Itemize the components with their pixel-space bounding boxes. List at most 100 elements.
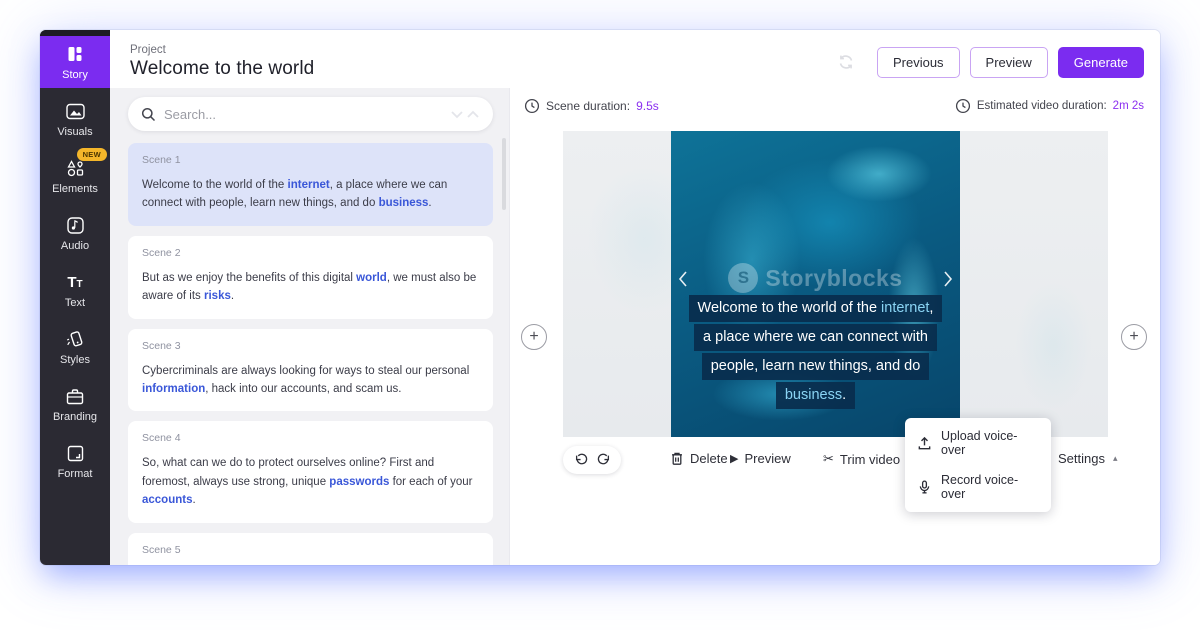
text-icon: TT — [67, 272, 82, 292]
preview-button[interactable]: Preview — [970, 47, 1048, 78]
trash-icon — [670, 451, 684, 466]
scene-toolbar: Delete ▶ Preview ✂ Trim video — [510, 446, 1160, 476]
record-voice-over-label: Record voice-over — [941, 473, 1039, 501]
sidebar-item-text[interactable]: TT Text — [40, 264, 110, 316]
sidebar-item-story[interactable]: Story — [40, 36, 110, 88]
scene-label: Scene 5 — [142, 544, 479, 556]
delete-button[interactable]: Delete — [670, 451, 728, 466]
scene-card-3[interactable]: Scene 3 Cybercriminals are always lookin… — [128, 329, 493, 412]
scene-label: Scene 2 — [142, 247, 479, 259]
estimated-duration-label: Estimated video duration: — [977, 100, 1107, 112]
app-window: Story Visuals NEW Elements Audio TT — [40, 30, 1160, 565]
project-eyebrow: Project — [130, 44, 314, 56]
trim-label: Trim video — [840, 452, 900, 467]
caret-up-icon: ▴ — [1113, 453, 1118, 464]
scene-label: Scene 3 — [142, 340, 479, 352]
sidebar-item-label: Story — [62, 69, 88, 81]
preview-stage: S Storyblocks Welcome to the world of th… — [510, 131, 1160, 437]
sidebar-item-label: Styles — [60, 354, 90, 366]
previous-button[interactable]: Previous — [877, 47, 960, 78]
watermark: S Storyblocks — [671, 263, 960, 293]
sidebar-item-branding[interactable]: Branding — [40, 378, 110, 430]
video-canvas[interactable]: S Storyblocks Welcome to the world of th… — [671, 131, 960, 437]
search-input[interactable] — [164, 107, 450, 122]
caption-line-2[interactable]: a place where we can connect with — [694, 324, 937, 351]
watermark-text: Storyblocks — [765, 265, 902, 292]
delete-label: Delete — [690, 451, 728, 466]
clock-icon — [524, 98, 540, 114]
sidebar-item-label: Visuals — [57, 126, 92, 138]
elements-icon — [67, 158, 84, 178]
estimated-duration: Estimated video duration: 2m 2s — [955, 98, 1144, 114]
scene-list-scrollbar[interactable] — [502, 138, 506, 210]
main-area: Project Welcome to the world Previous Pr… — [110, 30, 1160, 565]
sidebar-item-label: Text — [65, 297, 85, 309]
video-preview-panel: Scene duration: 9.5s Estimated video dur… — [510, 88, 1160, 565]
sidebar-item-label: Audio — [61, 240, 89, 252]
sidebar-item-label: Elements — [52, 183, 98, 195]
sync-icon — [837, 53, 855, 71]
project-titles: Project Welcome to the world — [130, 44, 314, 80]
redo-icon[interactable] — [597, 453, 611, 467]
duration-row: Scene duration: 9.5s Estimated video dur… — [510, 88, 1160, 114]
add-scene-before-button[interactable]: + — [521, 324, 547, 350]
audio-icon — [67, 215, 84, 235]
scene-card-1[interactable]: Scene 1 Welcome to the world of the inte… — [128, 143, 493, 226]
new-badge: NEW — [77, 148, 107, 161]
caption-line-4[interactable]: business. — [776, 382, 855, 409]
microphone-icon — [917, 480, 932, 495]
generate-button[interactable]: Generate — [1058, 47, 1144, 78]
sidebar-item-styles[interactable]: Styles — [40, 321, 110, 373]
caption-line-1[interactable]: Welcome to the world of the internet, — [689, 295, 943, 322]
add-scene-after-button[interactable]: + — [1121, 324, 1147, 350]
left-nav-sidebar: Story Visuals NEW Elements Audio TT — [40, 30, 110, 565]
content-split: Scene 1 Welcome to the world of the inte… — [110, 88, 1160, 565]
estimated-duration-value: 2m 2s — [1113, 100, 1144, 112]
sidebar-item-label: Format — [58, 468, 93, 480]
sidebar-item-visuals[interactable]: Visuals — [40, 93, 110, 145]
caption-line-3[interactable]: people, learn new things, and do — [702, 353, 930, 380]
voice-over-menu: Upload voice-over Record voice-over — [905, 418, 1051, 512]
scene-card-2[interactable]: Scene 2 But as we enjoy the benefits of … — [128, 236, 493, 319]
scene-text: Welcome to the world of the internet, a … — [142, 176, 479, 213]
sidebar-item-format[interactable]: Format — [40, 435, 110, 487]
play-icon: ▶ — [730, 452, 738, 465]
scene-label: Scene 4 — [142, 432, 479, 444]
trim-video-button[interactable]: ✂ Trim video — [823, 451, 900, 467]
video-caption: Welcome to the world of the internet, a … — [671, 293, 960, 412]
scene-text: But as we enjoy the benefits of this dig… — [142, 269, 479, 306]
scene-list: Scene 1 Welcome to the world of the inte… — [128, 143, 493, 565]
scene-text: So, what can we do to protect ourselves … — [142, 454, 479, 509]
record-voice-over-item[interactable]: Record voice-over — [905, 465, 1051, 509]
sidebar-item-elements[interactable]: NEW Elements — [40, 150, 110, 202]
scene-duration-label: Scene duration: — [546, 99, 630, 113]
preview-scene-button[interactable]: ▶ Preview — [730, 451, 791, 466]
settings-label: Settings — [1058, 451, 1105, 466]
preview-label: Preview — [744, 451, 790, 466]
header-actions: Previous Preview Generate — [837, 47, 1144, 78]
format-icon — [67, 443, 84, 463]
scene-card-4[interactable]: Scene 4 So, what can we do to protect ou… — [128, 421, 493, 522]
scene-text: Cybercriminals are always looking for wa… — [142, 362, 479, 399]
upload-icon — [917, 436, 932, 451]
undo-redo-pill — [563, 446, 621, 474]
next-scene-chevron-icon[interactable] — [941, 269, 955, 289]
branding-icon — [66, 386, 84, 406]
scene-label: Scene 1 — [142, 154, 479, 166]
scene-card-5[interactable]: Scene 5 Don't use the same password for … — [128, 533, 493, 565]
search-collapse-chevrons[interactable] — [450, 108, 480, 120]
sidebar-item-audio[interactable]: Audio — [40, 207, 110, 259]
visuals-icon — [66, 101, 85, 121]
scene-duration-value: 9.5s — [636, 99, 659, 113]
story-icon — [66, 44, 84, 64]
styles-icon — [66, 329, 85, 349]
undo-icon[interactable] — [574, 453, 588, 467]
sidebar-item-label: Branding — [53, 411, 97, 423]
project-header: Project Welcome to the world Previous Pr… — [110, 30, 1160, 88]
scene-list-panel: Scene 1 Welcome to the world of the inte… — [110, 88, 510, 565]
upload-voice-over-item[interactable]: Upload voice-over — [905, 421, 1051, 465]
upload-voice-over-label: Upload voice-over — [941, 429, 1039, 457]
storyblocks-logo-icon: S — [728, 263, 758, 293]
search-bar — [128, 97, 493, 131]
previous-scene-chevron-icon[interactable] — [676, 269, 690, 289]
